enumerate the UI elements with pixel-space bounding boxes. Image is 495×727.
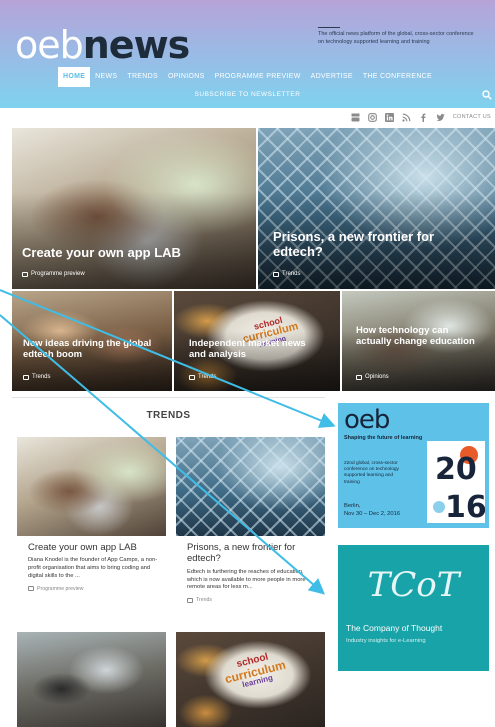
- folder-icon: [28, 586, 34, 592]
- youtube-icon[interactable]: [351, 113, 360, 122]
- social-bar: CONTACT US: [351, 110, 495, 124]
- folder-icon: [356, 374, 362, 380]
- hero-tile-prisons[interactable]: Prisons, a new frontier for edtech? Tren…: [258, 128, 495, 289]
- trend-card-app-lab[interactable]: Create your own app LAB Diana Knodel is …: [17, 437, 166, 592]
- hero-title: How technology can actually change educa…: [356, 325, 475, 347]
- hero-category-label: Trends: [198, 374, 217, 380]
- card-category-label: Trends: [196, 597, 212, 604]
- folder-icon: [189, 374, 195, 380]
- card-thumbnail[interactable]: [176, 437, 325, 536]
- nav-news[interactable]: NEWS: [90, 67, 122, 87]
- card-thumbnail[interactable]: [17, 632, 166, 727]
- hero-category-label: Trends: [32, 374, 51, 380]
- folder-icon: [23, 374, 29, 380]
- nav-advertise[interactable]: ADVERTISE: [306, 67, 358, 87]
- hero-tile-technology-education[interactable]: How technology can actually change educa…: [342, 291, 495, 391]
- folder-icon: [22, 271, 28, 277]
- hero-category: Trends: [23, 374, 50, 380]
- linkedin-icon[interactable]: [384, 112, 394, 122]
- folder-icon: [187, 597, 193, 603]
- card-thumbnail[interactable]: [17, 437, 166, 536]
- card-title[interactable]: Prisons, a new frontier for edtech?: [176, 542, 325, 565]
- hero-tile-app-lab[interactable]: Create your own app LAB Programme previe…: [12, 128, 256, 289]
- trend-card-market-news[interactable]: school curriculum learning: [176, 632, 325, 727]
- card-category[interactable]: Programme preview: [17, 586, 166, 592]
- oeb-conference-ad[interactable]: oeb Shaping the future of learning 22nd …: [338, 403, 489, 528]
- logo-oeb-text: oeb: [15, 23, 84, 67]
- ad-oeb-subtitle: 22nd global, cross-sector conference on …: [344, 461, 399, 485]
- tagline-divider: [318, 27, 340, 28]
- hero-tile-new-ideas[interactable]: New ideas driving the global edtech boom…: [12, 291, 172, 391]
- company-of-thought-ad[interactable]: TCoT The Company of Thought Industry ins…: [338, 545, 489, 671]
- rss-icon[interactable]: [402, 113, 411, 122]
- nav-opinions[interactable]: OPINIONS: [163, 67, 210, 87]
- year-bottom: 16: [445, 490, 485, 523]
- hero-category-label: Programme preview: [31, 271, 85, 277]
- hero-category: Programme preview: [22, 271, 85, 277]
- trends-heading: TRENDS: [146, 410, 191, 421]
- year-top: 20: [435, 452, 477, 487]
- hero-category: Trends: [189, 374, 216, 380]
- card-excerpt: Diana Knodel is the founder of App Camps…: [28, 557, 158, 580]
- card-category-label: Programme preview: [37, 585, 84, 592]
- card-thumbnail[interactable]: school curriculum learning: [176, 632, 325, 727]
- site-header: oeb news The official news platform of t…: [0, 0, 495, 108]
- nav-the-conference[interactable]: THE CONFERENCE: [358, 67, 437, 87]
- ad-oeb-dates: Nov 30 – Dec 2, 2016: [344, 510, 401, 517]
- year-graphic: 20 16: [427, 441, 485, 523]
- trend-card-vr[interactable]: [17, 632, 166, 727]
- ad-oeb-tagline: Shaping the future of learning: [344, 435, 423, 441]
- ad-oeb-city: Berlin,: [344, 503, 361, 509]
- site-tagline: The official news platform of the global…: [318, 31, 474, 45]
- word-cloud: school curriculum learning: [221, 649, 288, 693]
- ad-oeb-brand: oeb: [344, 405, 390, 435]
- ad-cot-name: The Company of Thought: [346, 623, 443, 633]
- hero-title: Create your own app LAB: [22, 245, 181, 260]
- card-title[interactable]: Create your own app LAB: [17, 542, 166, 553]
- hero-category: Trends: [273, 271, 300, 277]
- hero-title: Prisons, a new frontier for edtech?: [273, 229, 435, 259]
- instagram-icon[interactable]: [367, 112, 377, 122]
- twitter-icon[interactable]: [436, 113, 445, 122]
- main-nav: HOME NEWS TRENDS OPINIONS PROGRAMME PREV…: [0, 67, 495, 87]
- trend-card-prisons[interactable]: Prisons, a new frontier for edtech? Edte…: [176, 437, 325, 603]
- subscribe-newsletter-link[interactable]: SUBSCRIBE TO NEWSLETTER: [0, 91, 495, 98]
- logo-news-text: news: [82, 23, 191, 67]
- card-category[interactable]: Trends: [176, 597, 325, 603]
- facebook-icon[interactable]: [419, 113, 428, 122]
- site-logo[interactable]: oeb news: [15, 20, 191, 67]
- hero-title: New ideas driving the global edtech boom: [23, 338, 152, 360]
- hero-title: Independent market news and analysis: [189, 338, 306, 360]
- nav-trends[interactable]: TRENDS: [122, 67, 163, 87]
- hero-category-label: Trends: [282, 271, 301, 277]
- ad-oeb-location: Berlin, Nov 30 – Dec 2, 2016: [344, 503, 400, 519]
- hero-category: Opinions: [356, 374, 389, 380]
- contact-us-link[interactable]: CONTACT US: [453, 114, 491, 120]
- nav-home[interactable]: HOME: [57, 67, 91, 87]
- ad-cot-monogram: TCoT: [367, 565, 460, 605]
- folder-icon: [273, 271, 279, 277]
- section-divider: [12, 397, 325, 398]
- nav-programme-preview[interactable]: PROGRAMME PREVIEW: [210, 67, 306, 87]
- hero-category-label: Opinions: [365, 374, 389, 380]
- ad-cot-tagline: Industry insights for e-Learning: [346, 638, 426, 644]
- search-icon[interactable]: [482, 90, 492, 100]
- card-excerpt: Edtech is furthering the reaches of educ…: [187, 568, 306, 591]
- hero-tile-market-news[interactable]: school curriculum learning Independent m…: [174, 291, 340, 391]
